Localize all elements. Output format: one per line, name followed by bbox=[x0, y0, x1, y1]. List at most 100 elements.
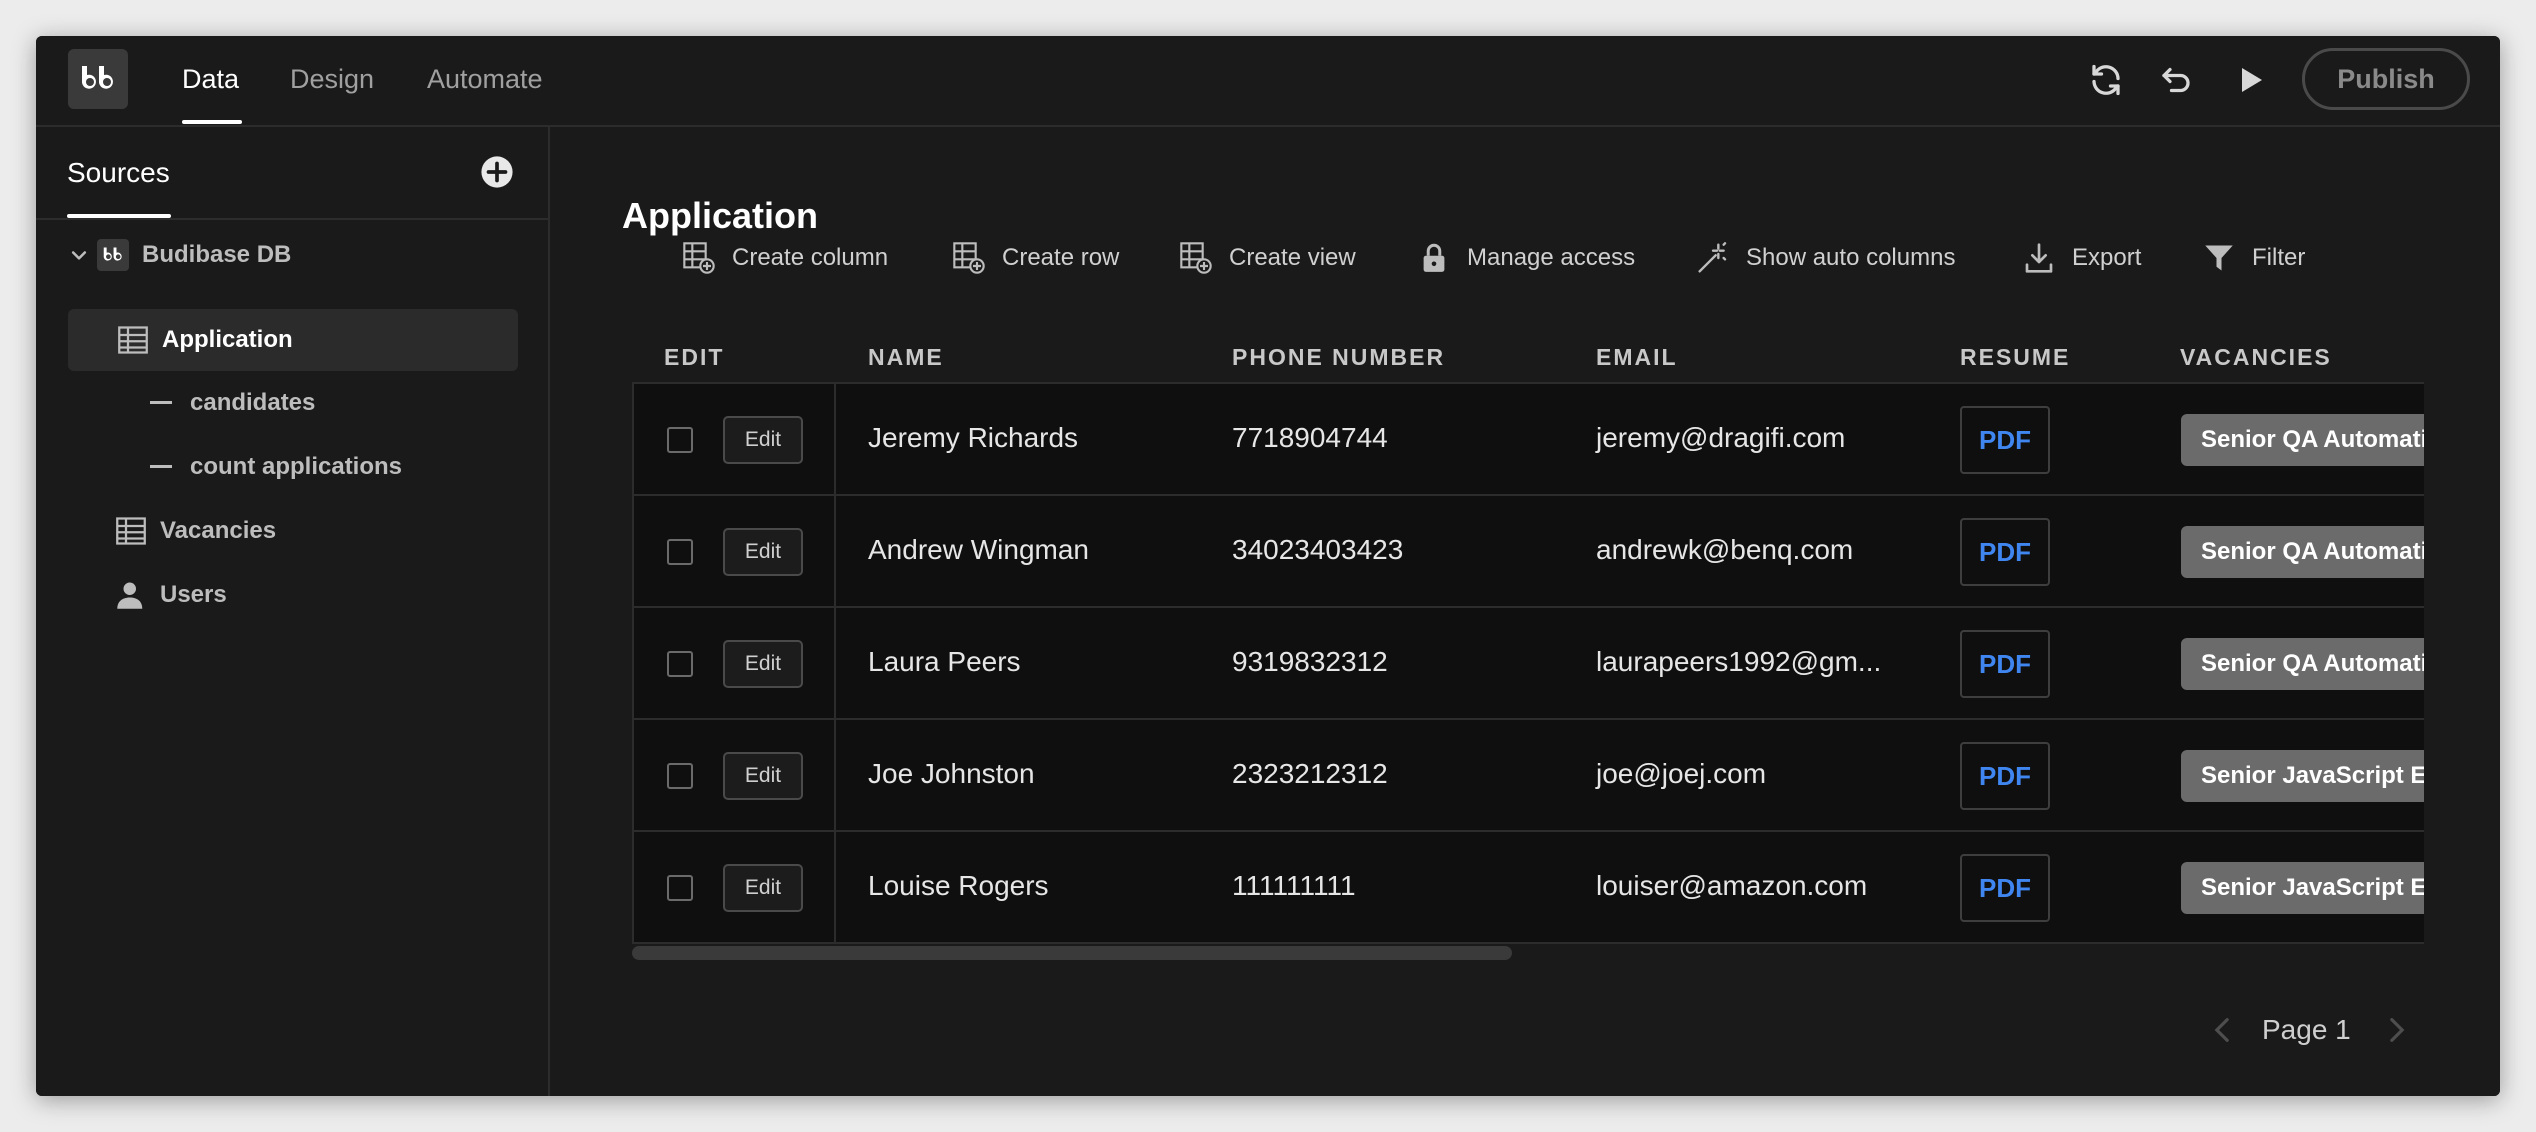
edit-row-button[interactable]: Edit bbox=[723, 864, 803, 912]
cell-phone: 2323212312 bbox=[1232, 758, 1388, 789]
publish-button[interactable]: Publish bbox=[2302, 48, 2470, 110]
create-column-button[interactable]: Create column bbox=[682, 233, 888, 283]
cell-email: jeremy@dragifi.com bbox=[1596, 422, 1846, 453]
add-source-icon[interactable] bbox=[480, 155, 514, 189]
sidebar-item-label: Application bbox=[162, 326, 293, 353]
sidebar-item-application[interactable]: Application bbox=[68, 309, 518, 371]
data-table: Edit Jeremy Richards 7718904744 jeremy@d… bbox=[632, 382, 2424, 944]
cell-name: Joe Johnston bbox=[868, 758, 1035, 789]
manage-access-label: Manage access bbox=[1467, 244, 1636, 271]
edit-row-button[interactable]: Edit bbox=[723, 752, 803, 800]
cell-email: joe@joej.com bbox=[1596, 758, 1767, 789]
download-icon bbox=[2022, 241, 2056, 275]
sidebar-header: Sources bbox=[36, 127, 548, 220]
sidebar-item-candidates[interactable]: candidates bbox=[144, 372, 514, 434]
column-header-edit: EDIT bbox=[664, 344, 725, 370]
tab-data-underline bbox=[182, 120, 242, 124]
play-icon[interactable] bbox=[2228, 58, 2272, 102]
user-icon bbox=[114, 578, 148, 612]
chevron-right-icon[interactable] bbox=[2387, 1017, 2407, 1043]
row-checkbox[interactable] bbox=[667, 875, 693, 901]
vacancy-chip[interactable]: Senior QA Automation bbox=[2181, 526, 2424, 578]
app-window: Data Design Automate Publish Sources Bud… bbox=[36, 36, 2500, 1096]
sidebar-item-label: Vacancies bbox=[160, 517, 277, 544]
dash-icon bbox=[144, 386, 178, 420]
cell-divider bbox=[834, 496, 836, 606]
row-checkbox[interactable] bbox=[667, 651, 693, 677]
table-row[interactable]: Edit Louise Rogers 111111111 louiser@ama… bbox=[634, 832, 2424, 942]
budibase-logo[interactable] bbox=[68, 49, 128, 109]
table-horizontal-scrollbar[interactable] bbox=[632, 946, 1512, 960]
sidebar-item-count-applications[interactable]: count applications bbox=[144, 436, 514, 498]
edit-row-button[interactable]: Edit bbox=[723, 528, 803, 576]
vacancy-chip[interactable]: Senior QA Automation bbox=[2181, 414, 2424, 466]
cell-name: Jeremy Richards bbox=[868, 422, 1079, 453]
create-view-label: Create view bbox=[1229, 244, 1356, 271]
export-label: Export bbox=[2072, 244, 2142, 271]
refresh-icon[interactable] bbox=[2084, 58, 2128, 102]
table-row[interactable]: Edit Jeremy Richards 7718904744 jeremy@d… bbox=[634, 384, 2424, 496]
filter-label: Filter bbox=[2252, 244, 2306, 271]
sidebar: Sources Budibase DB Application candidat… bbox=[36, 127, 550, 1096]
row-checkbox[interactable] bbox=[667, 763, 693, 789]
create-view-icon bbox=[1179, 241, 1213, 275]
column-header-name[interactable]: NAME bbox=[868, 344, 944, 371]
sidebar-item-budibase-db[interactable]: Budibase DB bbox=[68, 224, 518, 286]
cell-divider bbox=[834, 832, 836, 942]
table-icon bbox=[114, 514, 148, 548]
top-bar: Data Design Automate Publish bbox=[36, 36, 2500, 127]
sources-tab[interactable]: Sources bbox=[67, 157, 170, 189]
tab-automate[interactable]: Automate bbox=[427, 64, 543, 95]
sidebar-item-label: Users bbox=[160, 581, 227, 608]
chevron-down-icon[interactable] bbox=[68, 238, 90, 272]
create-row-button[interactable]: Create row bbox=[952, 233, 1119, 283]
edit-row-button[interactable]: Edit bbox=[723, 416, 803, 464]
edit-row-button[interactable]: Edit bbox=[723, 640, 803, 688]
filter-button[interactable]: Filter bbox=[2202, 233, 2305, 283]
cell-name: Louise Rogers bbox=[868, 870, 1049, 901]
cell-email: laurapeers1992@gm... bbox=[1596, 646, 1882, 677]
resume-pdf-link[interactable]: PDF bbox=[1960, 406, 2050, 474]
vacancy-chip[interactable]: Senior JavaScript Engineer bbox=[2181, 862, 2424, 914]
sidebar-item-users[interactable]: Users bbox=[114, 564, 514, 626]
sources-underline bbox=[67, 214, 171, 218]
cell-name: Andrew Wingman bbox=[868, 534, 1089, 565]
cell-phone: 111111111 bbox=[1232, 870, 1356, 901]
budibase-icon bbox=[96, 238, 130, 272]
create-column-icon bbox=[682, 241, 716, 275]
sidebar-item-label: count applications bbox=[190, 453, 403, 480]
cell-email: andrewk@benq.com bbox=[1596, 534, 1854, 565]
vacancy-chip[interactable]: Senior JavaScript Engineer bbox=[2181, 750, 2424, 802]
column-header-email[interactable]: EMAIL bbox=[1596, 344, 1678, 371]
column-header-resume[interactable]: RESUME bbox=[1960, 344, 2070, 371]
export-button[interactable]: Export bbox=[2022, 233, 2141, 283]
column-header-vacancies[interactable]: VACANCIES bbox=[2180, 344, 2332, 371]
resume-pdf-link[interactable]: PDF bbox=[1960, 518, 2050, 586]
cell-phone: 7718904744 bbox=[1232, 422, 1388, 453]
show-auto-columns-button[interactable]: Show auto columns bbox=[1696, 233, 1955, 283]
table-row[interactable]: Edit Laura Peers 9319832312 laurapeers19… bbox=[634, 608, 2424, 720]
sidebar-item-label: Budibase DB bbox=[142, 241, 292, 268]
row-checkbox[interactable] bbox=[667, 539, 693, 565]
undo-icon[interactable] bbox=[2154, 58, 2198, 102]
tab-data[interactable]: Data bbox=[182, 64, 239, 95]
create-view-button[interactable]: Create view bbox=[1179, 233, 1356, 283]
column-header-phone[interactable]: PHONE NUMBER bbox=[1232, 344, 1445, 371]
resume-pdf-link[interactable]: PDF bbox=[1960, 742, 2050, 810]
table-icon bbox=[116, 323, 150, 357]
manage-access-button[interactable]: Manage access bbox=[1417, 233, 1635, 283]
vacancy-chip[interactable]: Senior QA Automation bbox=[2181, 638, 2424, 690]
sidebar-item-vacancies[interactable]: Vacancies bbox=[114, 500, 514, 562]
resume-pdf-link[interactable]: PDF bbox=[1960, 630, 2050, 698]
magic-wand-icon bbox=[1696, 241, 1730, 275]
tab-design[interactable]: Design bbox=[290, 64, 374, 95]
chevron-left-icon[interactable] bbox=[2212, 1017, 2232, 1043]
table-row[interactable]: Edit Andrew Wingman 34023403423 andrewk@… bbox=[634, 496, 2424, 608]
table-row[interactable]: Edit Joe Johnston 2323212312 joe@joej.co… bbox=[634, 720, 2424, 832]
create-column-label: Create column bbox=[732, 244, 889, 271]
filter-icon bbox=[2202, 241, 2236, 275]
resume-pdf-link[interactable]: PDF bbox=[1960, 854, 2050, 922]
sidebar-item-label: candidates bbox=[190, 389, 316, 416]
cell-email: louiser@amazon.com bbox=[1596, 870, 1868, 901]
row-checkbox[interactable] bbox=[667, 427, 693, 453]
